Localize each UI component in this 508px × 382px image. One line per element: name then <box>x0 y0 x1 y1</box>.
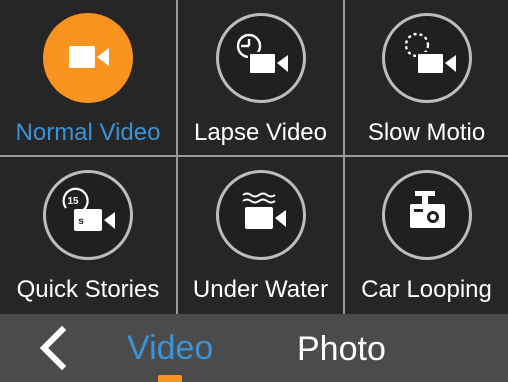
mode-icon-wrap: 15 s <box>43 170 133 260</box>
camera-mode-screen: Normal Video Lapse Video Slow Motio 15 s… <box>0 0 508 382</box>
quick-stories-badge-unit: s <box>78 216 84 227</box>
mode-icon-wrap <box>381 170 472 260</box>
timelapse-video-icon <box>236 33 288 75</box>
mode-icon-circle <box>381 170 472 260</box>
mode-icon-wrap <box>43 13 133 103</box>
mode-tile-normal-video[interactable]: Normal Video <box>0 0 178 157</box>
video-camera-icon <box>69 46 109 68</box>
active-tab-indicator <box>158 375 182 382</box>
dashcam-icon <box>409 191 445 228</box>
mode-icon-circle <box>215 13 306 103</box>
mode-grid: Normal Video Lapse Video Slow Motio 15 s… <box>0 0 508 314</box>
mode-icon-wrap <box>215 170 306 260</box>
back-button[interactable] <box>34 324 74 372</box>
mode-icon-circle <box>381 13 472 103</box>
mode-tile-quick-stories[interactable]: 15 s Quick Stories <box>0 157 178 314</box>
mode-icon-circle <box>43 13 133 103</box>
mode-label: Normal Video <box>15 119 161 146</box>
slow-motion-video-icon <box>404 32 456 75</box>
mode-label: Lapse Video <box>193 119 327 146</box>
quick-stories-badge: 15 <box>67 196 79 207</box>
mode-tile-under-water[interactable]: Under Water <box>178 157 345 314</box>
quick-stories-15s-icon: 15 s <box>62 187 115 231</box>
underwater-video-icon <box>241 192 286 229</box>
bottom-bar: Video Photo <box>0 314 508 382</box>
mode-tile-slow-motion[interactable]: Slow Motio <box>345 0 508 157</box>
mode-label: Car Looping <box>361 276 492 303</box>
mode-icon-circle: 15 s <box>43 170 133 260</box>
tab-photo[interactable]: Photo <box>297 330 386 369</box>
mode-icon-wrap <box>381 13 472 103</box>
mode-label: Quick Stories <box>16 276 160 303</box>
mode-tile-lapse-video[interactable]: Lapse Video <box>178 0 345 157</box>
mode-label: Slow Motio <box>367 119 486 146</box>
chevron-left-icon <box>39 325 67 371</box>
mode-label: Under Water <box>192 276 329 303</box>
mode-icon-wrap <box>215 13 306 103</box>
mode-tile-car-looping[interactable]: Car Looping <box>345 157 508 314</box>
tab-video[interactable]: Video <box>127 329 213 368</box>
mode-icon-circle <box>215 170 306 260</box>
